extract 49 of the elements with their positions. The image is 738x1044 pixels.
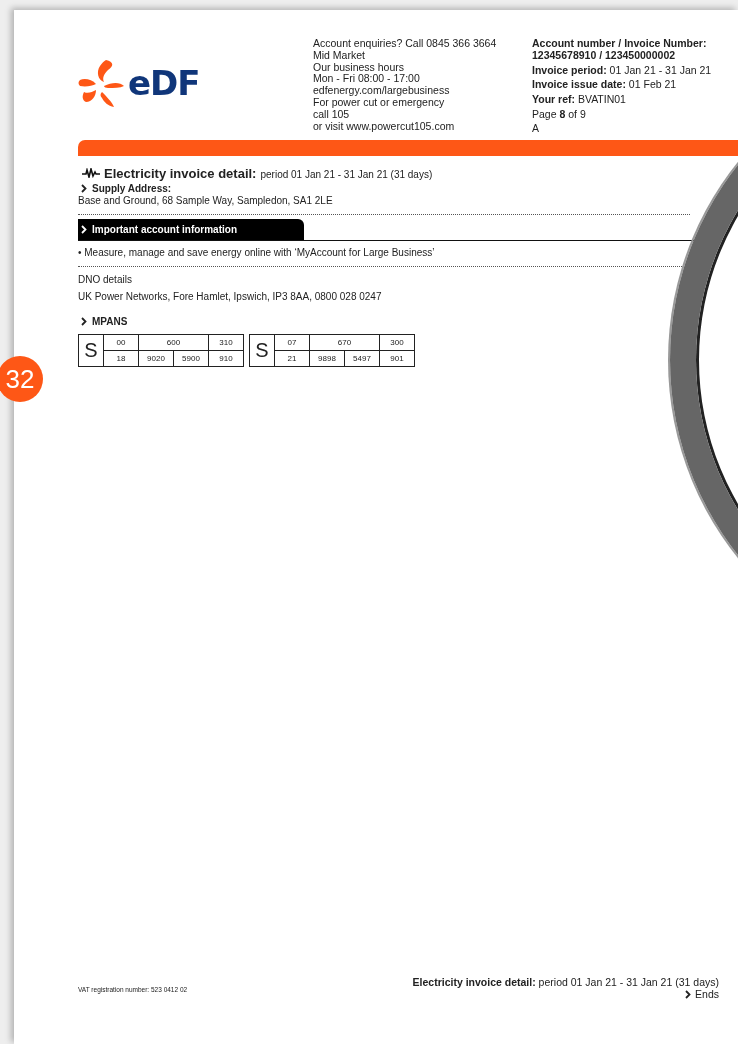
chevron-icon [81, 224, 87, 234]
contact-line: Mon - Fri 08:00 - 17:00 [313, 73, 421, 86]
contact-line: For power cut or emergency [313, 97, 446, 109]
mpan-prefix: S [78, 334, 104, 367]
mpan-cell: 310 [208, 334, 244, 351]
chevron-icon [81, 183, 87, 193]
contact-line: Mid Market [313, 49, 365, 62]
account-field: Invoice issue date: 01 Feb 21 [532, 79, 712, 92]
petals-icon [78, 58, 126, 108]
ends-label: Ends [695, 988, 719, 1000]
mpan-cell: 18 [103, 350, 139, 367]
mpan-cell: 901 [379, 350, 415, 367]
invoice-period: period 01 Jan 21 - 31 Jan 21 (31 days) [260, 168, 433, 180]
mpan-cell: 5497 [344, 350, 380, 367]
info-item: • Measure, manage and save energy online with ‘MyAccount for Large Business’ [78, 245, 436, 260]
supply-address: Base and Ground, 68 Sample Way, Sampledon, SA1 2LE [78, 194, 334, 208]
mpans-heading: MPANS [92, 315, 128, 327]
contact-line: edfenergy.com/largebusiness [313, 85, 451, 97]
section-tab-label: Important account information [92, 223, 237, 235]
page-number: Page 8 of 9 [532, 109, 587, 121]
contact-line: Account enquiries? Call 0845 366 3664 [313, 38, 498, 50]
dno-text: UK Power Networks, Fore Hamlet, Ipswich, IP3 8AA, 0800 028 0247 [78, 289, 383, 304]
chevron-icon [685, 989, 692, 999]
account-heading: Account number / Invoice Number: [532, 38, 708, 50]
mpan-cell: 00 [103, 334, 139, 351]
footer-title: Electricity invoice detail: period 01 Jan 21 - 31 Jan 21 (31 days) [412, 976, 719, 988]
chevron-icon [81, 316, 87, 326]
section-title: Electricity invoice detail: [104, 165, 257, 181]
mpan-cell: 670 [309, 334, 380, 351]
contact-line: call 105 [313, 108, 350, 121]
contact-line: or visit www.powercut105.com [313, 120, 456, 133]
dno-heading: DNO details [78, 272, 133, 287]
mpan-cell: 9898 [309, 350, 345, 367]
supply-address-heading: Supply Address: [92, 182, 172, 194]
account-field: Your ref: BVATIN01 [532, 94, 712, 106]
logo-wordmark: eDF [128, 63, 200, 103]
mpan-cell: 910 [208, 350, 244, 367]
mpan-cell: 21 [274, 350, 310, 367]
waveform-icon [82, 168, 100, 179]
account-number: 12345678910 / 123450000002 [532, 49, 677, 62]
mpan-cell: 600 [138, 334, 209, 351]
page-code: A [532, 122, 540, 135]
mpan-prefix: S [249, 334, 275, 367]
mpan-cell: 07 [274, 334, 310, 351]
account-field: Invoice period: 01 Jan 21 - 31 Jan 21 [532, 64, 712, 77]
mpan-cell: 5900 [173, 350, 209, 367]
contact-line: Our business hours [313, 61, 406, 74]
mpan-cell: 9020 [138, 350, 174, 367]
mpan-cell: 300 [379, 334, 415, 351]
